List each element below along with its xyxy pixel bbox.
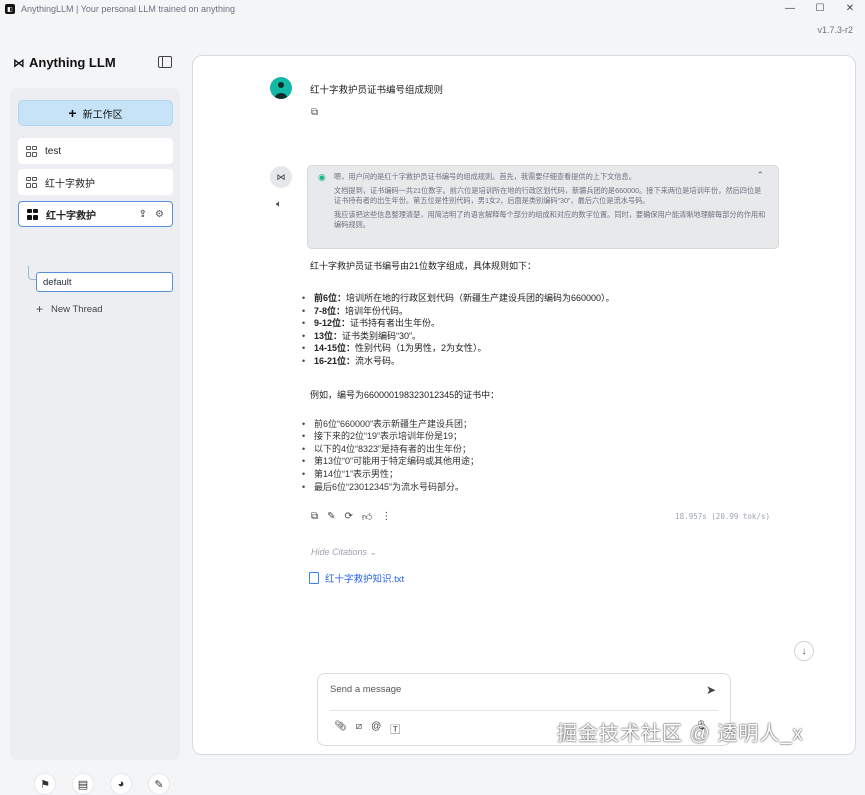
example-list: 前6位“660000”表示新疆生产建设兵团； 接下来的2位“19”表示培训年份是… (302, 418, 790, 494)
list-item: 第14位“1”表示男性； (302, 468, 790, 481)
grid-icon (26, 176, 37, 188)
workspace-label: test (45, 145, 62, 157)
send-icon[interactable]: ➤ (706, 683, 716, 697)
token-stats: 18.957s (20.99 tok/s) (675, 512, 770, 521)
message-toolbar: ⧉ ✎ ⟳ 👍︎ ⋮ (311, 511, 391, 523)
rules-list: 前6位：培训所在地的行政区划代码（新疆生产建设兵团的编码为660000）。 7-… (302, 292, 790, 368)
new-thread-label: New Thread (51, 303, 103, 315)
sidebar-toggle-icon[interactable] (158, 56, 172, 68)
list-item: 前6位：培训所在地的行政区划代码（新疆生产建设兵团的编码为660000）。 (302, 292, 790, 305)
document-icon (309, 572, 319, 584)
list-item: 以下的4位“8323”是持有者的出生年份； (302, 443, 790, 456)
list-item: 7-8位：培训年份代码。 (302, 305, 790, 318)
list-item: 最后6位“23012345”为流水号码部分。 (302, 481, 790, 494)
text-size-icon[interactable]: 🅃 (390, 721, 400, 736)
message-input[interactable]: Send a message (330, 684, 401, 695)
workspace-item-hongshizi-1[interactable]: 红十字救护 (18, 169, 173, 195)
watermark: 掘金技术社区 @ 透明人_x (557, 723, 804, 745)
list-item: 14-15位：性别代码（1为男性，2为女性）。 (302, 342, 790, 355)
attachment-icon[interactable]: 📎︎ (334, 721, 347, 736)
grid-icon (27, 208, 38, 220)
list-item: 16-21位：流水号码。 (302, 355, 790, 368)
plus-icon: + (36, 302, 44, 316)
thinking-text: 嗯，用户问的是红十字救护员证书编号的组成规则。首先，我需要仔细查看提供的上下文信… (334, 172, 636, 181)
list-item: 9-12位：证书持有者出生年份。 (302, 317, 790, 330)
citation-file: 红十字救护知识.txt (325, 574, 405, 585)
thread-connector (28, 266, 36, 280)
example-intro: 例如，编号为660000198323012345的证书中： (310, 389, 500, 400)
window-controls: — ☐ ✕ (775, 0, 865, 16)
at-agent-icon[interactable]: @ (371, 721, 381, 736)
thread-item-default[interactable]: default (36, 272, 173, 292)
workspace-panel: + 新工作区 test 红十字救护 红十字救护 ⇪ ⚙ default + Ne… (10, 88, 180, 795)
new-workspace-button[interactable]: + 新工作区 (18, 100, 173, 126)
window-title: AnythingLLM | Your personal LLM trained … (21, 4, 235, 14)
discord-icon[interactable]: ◕ (110, 773, 132, 795)
divider (330, 710, 718, 711)
thinking-text: 文档提到，证书编码一共21位数字。前六位是培训所在地的行政区划代码，新疆兵团的是… (334, 186, 762, 205)
new-workspace-label: 新工作区 (82, 109, 123, 121)
close-button[interactable]: ✕ (835, 0, 865, 16)
settings-icon[interactable]: ✎ (148, 773, 170, 795)
copy-icon[interactable]: ⧉ (311, 511, 318, 523)
maximize-button[interactable]: ☐ (805, 0, 835, 16)
answer-intro: 红十字救护员证书编号由21位数字组成，具体规则如下： (310, 261, 537, 271)
edit-icon[interactable]: ✎ (327, 511, 335, 523)
docs-icon[interactable]: ▤ (72, 773, 94, 795)
composer-tools: 📎︎ ⧄ @ 🅃 (334, 721, 400, 736)
user-message: 红十字救护员证书编号组成规则 (310, 85, 444, 96)
regenerate-icon[interactable]: ⟳ (345, 511, 353, 523)
list-item: 第13位“0”可能用于特定编码或其他用途； (302, 455, 790, 468)
chat-panel: 红十字救护员证书编号组成规则 ⧉ ⋈ 🔈︎ ◉ ⌃ 嗯，用户问的是红十字救护员证… (192, 55, 856, 755)
more-icon[interactable]: ⋮ (381, 511, 391, 523)
logo-text: Anything LLM (29, 55, 116, 70)
list-item: 接下来的2位“19”表示培训年份是19； (302, 430, 790, 443)
new-thread-button[interactable]: + New Thread (36, 302, 103, 316)
copy-icon[interactable]: ⧉ (311, 107, 318, 118)
list-item: 前6位“660000”表示新疆生产建设兵团； (302, 418, 790, 431)
upload-icon[interactable]: ⇪ (139, 209, 147, 220)
scroll-down-button[interactable]: ↓ (794, 641, 814, 661)
thinking-text: 我应该把这些信息整理清楚，用简洁明了的语言解释每个部分的组成和对应的数字位置。同… (334, 210, 766, 229)
title-bar: ◧ AnythingLLM | Your personal LLM traine… (0, 0, 865, 18)
gear-icon[interactable]: ⚙ (155, 209, 164, 220)
user-avatar (270, 77, 292, 99)
workspace-item-test[interactable]: test (18, 138, 173, 164)
assistant-answer: 红十字救护员证书编号由21位数字组成，具体规则如下： 前6位：培训所在地的行政区… (302, 259, 790, 494)
slash-command-icon[interactable]: ⧄ (356, 721, 362, 736)
community-icon[interactable]: ⚑ (34, 773, 56, 795)
speaker-icon[interactable]: 🔈︎ (276, 199, 282, 210)
workspace-item-hongshizi-active[interactable]: 红十字救护 ⇪ ⚙ (18, 201, 173, 227)
logo: ⋈ Anything LLM (13, 55, 116, 70)
sidebar: ⋈ Anything LLM + 新工作区 test 红十字救护 红十字救护 ⇪… (0, 40, 190, 795)
workspace-actions: ⇪ ⚙ (139, 209, 164, 220)
plus-icon: + (68, 105, 77, 121)
app-icon: ◧ (5, 4, 15, 14)
list-item: 13位：证书类别编码“30”。 (302, 330, 790, 343)
version-label: v1.7.3-r2 (817, 25, 853, 35)
minimize-button[interactable]: — (775, 0, 805, 16)
thinking-block: ◉ ⌃ 嗯，用户问的是红十字救护员证书编号的组成规则。首先，我需要仔细查看提供的… (307, 165, 779, 249)
lightbulb-icon: ◉ (318, 172, 326, 182)
assistant-avatar: ⋈ (270, 166, 292, 188)
hide-citations-toggle[interactable]: Hide Citations ⌄ (311, 547, 377, 558)
citation-link[interactable]: 红十字救护知识.txt (309, 571, 404, 585)
grid-icon (26, 145, 37, 157)
workspace-label: 红十字救护 (46, 210, 96, 222)
logo-mark-icon: ⋈ (13, 55, 25, 70)
chevron-up-icon[interactable]: ⌃ (756, 170, 764, 180)
workspace-label: 红十字救护 (45, 178, 95, 190)
sidebar-footer: ⚑ ▤ ◕ ✎ (34, 773, 170, 795)
thumbs-up-icon[interactable]: 👍︎ (362, 511, 372, 523)
